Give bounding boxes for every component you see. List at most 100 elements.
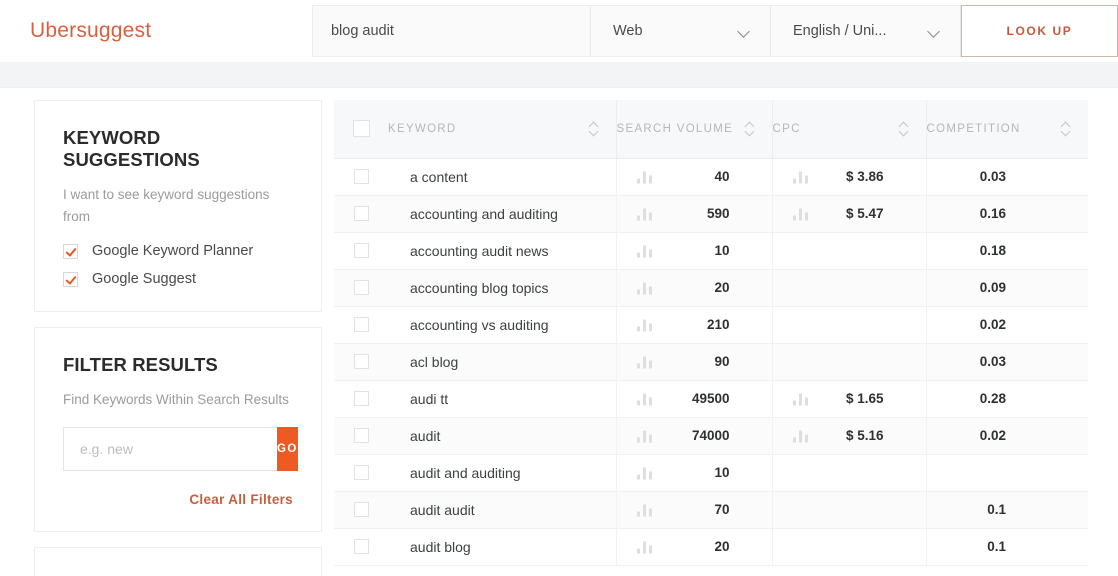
cpc-value: $ 3.86 <box>845 169 884 184</box>
volume-trend-icon[interactable] <box>636 244 652 257</box>
table-row[interactable]: audit audit 70 0.1 <box>334 491 1088 529</box>
sort-icon[interactable] <box>1061 122 1070 136</box>
cell-cpc <box>771 232 926 270</box>
clear-all-filters-link[interactable]: Clear All Filters <box>189 492 293 507</box>
row-checkbox[interactable] <box>353 316 369 332</box>
table-row[interactable]: accounting and auditing 590 $ 5.47 0.16 <box>334 195 1088 233</box>
filter-results-subtitle: Find Keywords Within Search Results <box>63 392 289 408</box>
table-row[interactable]: audit 74000 $ 5.16 0.02 <box>334 417 1088 455</box>
search-volume-value: 590 <box>706 206 730 221</box>
filter-keyword-input[interactable] <box>63 426 277 471</box>
row-checkbox[interactable] <box>353 427 369 443</box>
source-select[interactable]: Web <box>591 6 771 56</box>
competition-value: 0.1 <box>987 502 1006 517</box>
filter-results-panel: FILTER RESULTS Find Keywords Within Sear… <box>34 327 322 532</box>
look-up-button[interactable]: LOOK UP <box>960 5 1118 57</box>
header-competition[interactable]: COMPETITION <box>925 100 1088 159</box>
row-checkbox[interactable] <box>353 205 369 221</box>
row-select-cell <box>334 158 388 196</box>
clear-filters-row: Clear All Filters <box>63 491 293 509</box>
cell-competition: 0.16 <box>925 195 1088 233</box>
sort-icon[interactable] <box>899 122 908 136</box>
cell-cpc: $ 5.47 <box>771 195 926 233</box>
cell-search-volume: 20 <box>615 269 772 307</box>
sort-icon[interactable] <box>745 122 754 136</box>
row-checkbox[interactable] <box>353 279 369 295</box>
cell-search-volume: 10 <box>615 232 772 270</box>
volume-trend-icon[interactable] <box>636 392 652 405</box>
volume-trend-icon[interactable] <box>792 429 808 442</box>
volume-trend-icon[interactable] <box>792 207 808 220</box>
table-body: a content 40 $ 3.86 0.03 accounting and audi… <box>334 158 1088 566</box>
app-logo[interactable]: Ubersuggest <box>30 19 151 43</box>
row-checkbox[interactable] <box>353 242 369 258</box>
volume-trend-icon[interactable] <box>636 170 652 183</box>
search-bar: blog audit Web English / Uni... <box>311 5 961 57</box>
cell-competition: 0.1 <box>925 528 1088 566</box>
keyword-search-input[interactable]: blog audit <box>313 6 591 56</box>
volume-trend-icon[interactable] <box>636 429 652 442</box>
cell-search-volume: 590 <box>615 195 772 233</box>
cpc-value: $ 5.47 <box>845 206 884 221</box>
table-row[interactable]: audit and auditing 10 <box>334 454 1088 492</box>
locale-select[interactable]: English / Uni... <box>771 6 961 56</box>
checkbox-google-suggest[interactable]: Google Suggest <box>63 271 293 287</box>
negative-keywords-panel: NEGATIVE KEYWORDS <box>34 546 322 576</box>
select-all-checkbox[interactable] <box>352 120 370 138</box>
checkbox-icon[interactable] <box>63 271 78 287</box>
keyword-search-value: blog audit <box>330 23 394 39</box>
row-checkbox[interactable] <box>353 464 369 480</box>
filter-go-button[interactable]: GO <box>277 426 298 471</box>
table-row[interactable]: accounting audit news 10 0.18 <box>334 232 1088 270</box>
search-volume-value: 74000 <box>691 428 730 443</box>
cell-search-volume: 10 <box>615 454 772 492</box>
cell-keyword: a content <box>388 158 616 196</box>
volume-trend-icon[interactable] <box>636 281 652 294</box>
cell-keyword: audit blog <box>388 528 616 566</box>
cell-keyword: audit and auditing <box>388 454 616 492</box>
header-competition-label: COMPETITION <box>926 122 1021 135</box>
chevron-down-icon <box>929 26 940 37</box>
volume-trend-icon[interactable] <box>792 392 808 405</box>
table-row[interactable]: audi tt 49500 $ 1.65 0.28 <box>334 380 1088 418</box>
cell-competition: 0.02 <box>925 417 1088 455</box>
row-checkbox[interactable] <box>353 353 369 369</box>
filter-input-row: GO <box>63 426 298 471</box>
checkbox-icon[interactable] <box>63 243 78 259</box>
row-select-cell <box>334 380 388 418</box>
volume-trend-icon[interactable] <box>636 318 652 331</box>
sort-icon[interactable] <box>589 122 598 136</box>
table-row[interactable]: accounting vs auditing 210 0.02 <box>334 306 1088 344</box>
header-cpc[interactable]: CPC <box>771 100 926 159</box>
checkbox-google-keyword-planner[interactable]: Google Keyword Planner <box>63 243 293 259</box>
header-keyword[interactable]: KEYWORD <box>388 100 616 159</box>
table-row[interactable]: accounting blog topics 20 0.09 <box>334 269 1088 307</box>
keyword-suggestions-panel: KEYWORD SUGGESTIONS I want to see keywor… <box>34 100 322 313</box>
cell-search-volume: 70 <box>615 491 772 529</box>
volume-trend-icon[interactable] <box>636 503 652 516</box>
header-search-volume-label: SEARCH VOLUME <box>616 122 734 135</box>
checkbox-label: Google Keyword Planner <box>92 243 254 260</box>
row-checkbox[interactable] <box>353 390 369 406</box>
volume-trend-icon[interactable] <box>636 355 652 368</box>
table-row[interactable]: acl blog 90 0.03 <box>334 343 1088 381</box>
table-row[interactable]: audit blog 20 0.1 <box>334 528 1088 566</box>
locale-select-value: English / Uni... <box>792 23 887 39</box>
volume-trend-icon[interactable] <box>792 170 808 183</box>
competition-value: 0.1 <box>987 539 1006 554</box>
row-checkbox[interactable] <box>353 538 369 554</box>
cell-competition: 0.28 <box>925 380 1088 418</box>
cell-search-volume: 74000 <box>615 417 772 455</box>
volume-trend-icon[interactable] <box>636 540 652 553</box>
volume-trend-icon[interactable] <box>636 207 652 220</box>
cell-keyword: audi tt <box>388 380 616 418</box>
header-search-volume[interactable]: SEARCH VOLUME <box>615 100 772 159</box>
volume-trend-icon[interactable] <box>636 466 652 479</box>
row-checkbox[interactable] <box>353 501 369 517</box>
row-checkbox[interactable] <box>353 168 369 184</box>
cell-cpc <box>771 306 926 344</box>
row-select-cell <box>334 417 388 455</box>
table-row[interactable]: a content 40 $ 3.86 0.03 <box>334 158 1088 196</box>
page-body: KEYWORD SUGGESTIONS I want to see keywor… <box>0 88 1118 576</box>
row-select-cell <box>334 269 388 307</box>
